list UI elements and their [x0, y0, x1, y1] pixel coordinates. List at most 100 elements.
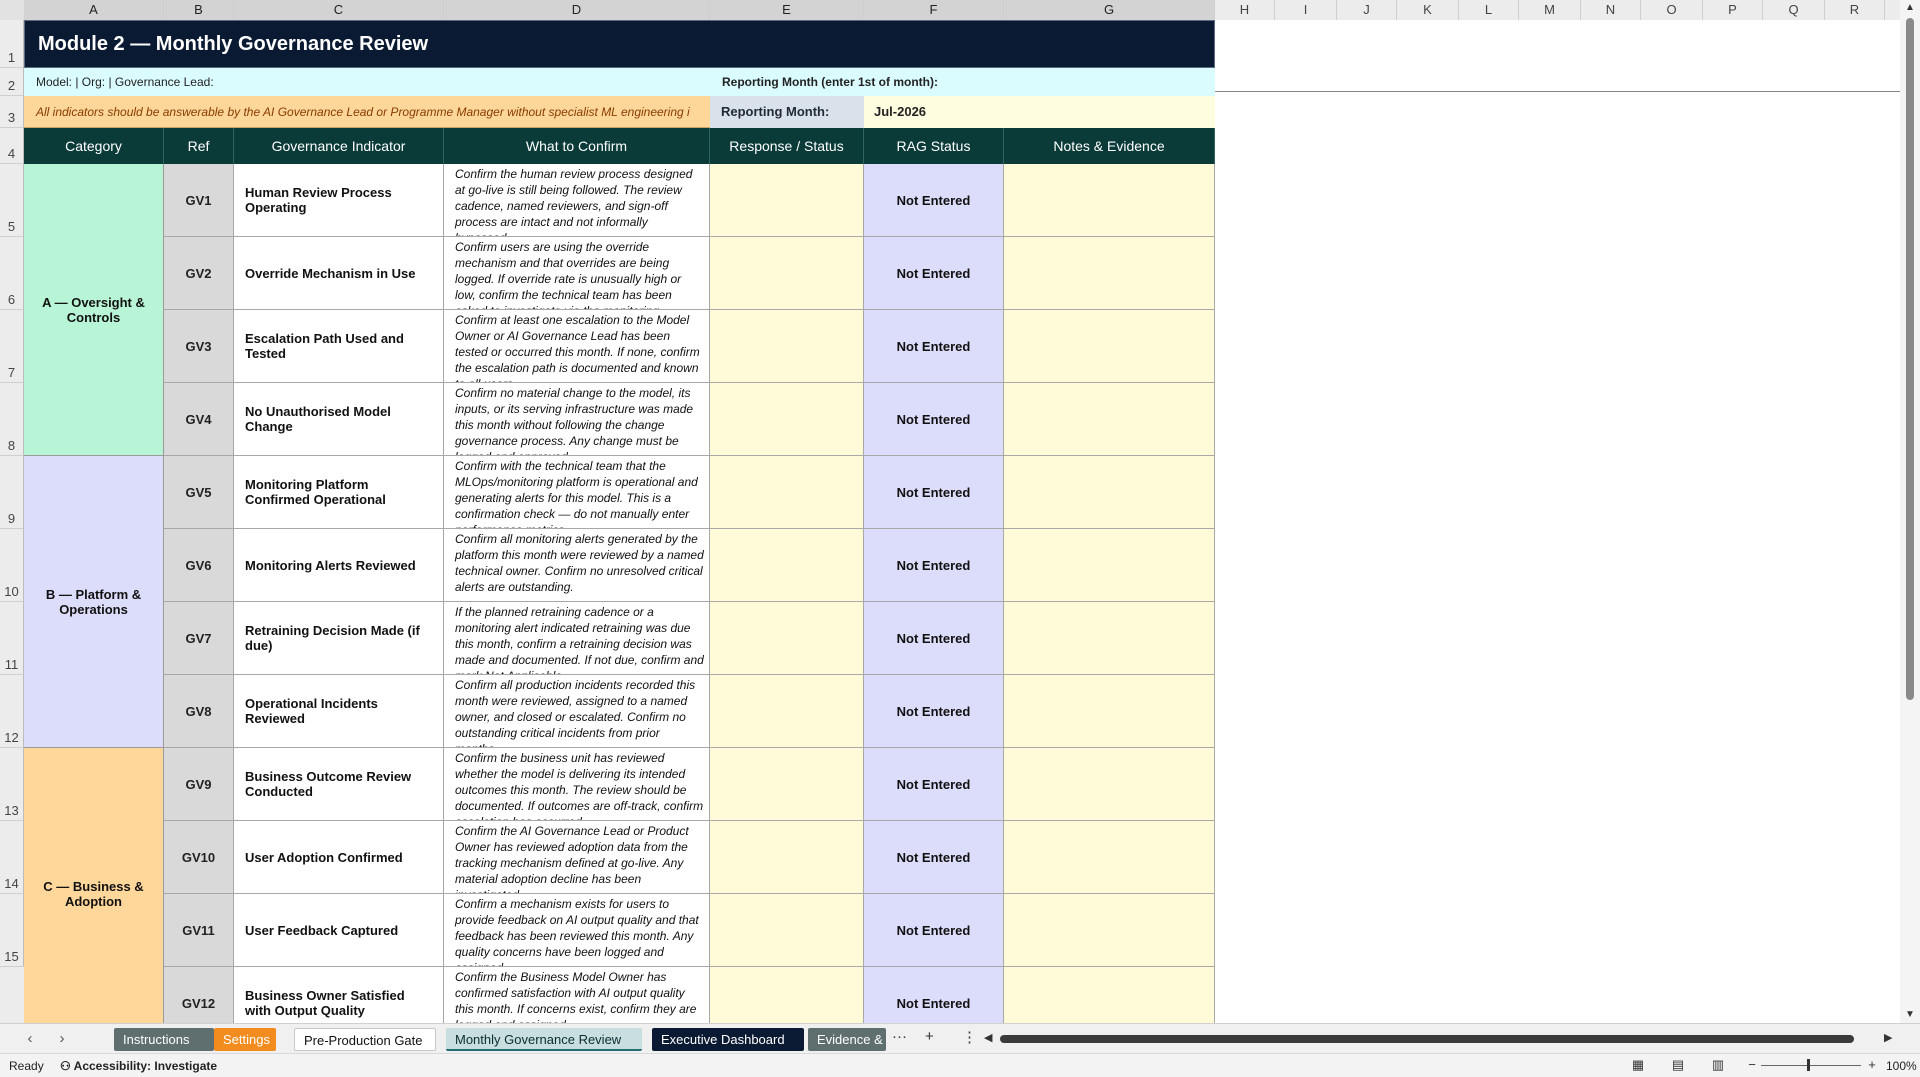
response-input-cell[interactable]	[710, 383, 864, 456]
row-header-6[interactable]: 6	[0, 237, 24, 310]
column-header-g[interactable]: G	[1004, 0, 1215, 20]
column-header-a[interactable]: A	[24, 0, 164, 20]
response-input-cell[interactable]	[710, 821, 864, 894]
header-what-to-confirm[interactable]: What to Confirm	[444, 128, 710, 164]
ref-cell[interactable]: GV11	[164, 894, 234, 967]
confirm-cell[interactable]: Confirm users are using the override mec…	[444, 237, 710, 310]
notes-input-cell[interactable]	[1004, 164, 1215, 237]
scroll-right-icon[interactable]: ▶	[1884, 1031, 1892, 1044]
header-response[interactable]: Response / Status	[710, 128, 864, 164]
ref-cell[interactable]: GV5	[164, 456, 234, 529]
indicator-cell[interactable]: User Feedback Captured	[234, 894, 444, 967]
response-input-cell[interactable]	[710, 310, 864, 383]
confirm-cell[interactable]: Confirm the Business Model Owner has con…	[444, 967, 710, 1023]
column-header-b[interactable]: B	[164, 0, 234, 20]
category-cell[interactable]: C — Business & Adoption	[24, 748, 164, 1023]
confirm-cell[interactable]: Confirm the human review process designe…	[444, 164, 710, 237]
horizontal-scroll-thumb[interactable]	[1000, 1035, 1854, 1043]
response-input-cell[interactable]	[710, 529, 864, 602]
horizontal-scrollbar[interactable]: ◀ ▶	[984, 1032, 1896, 1046]
indicator-cell[interactable]: Human Review Process Operating	[234, 164, 444, 237]
scroll-down-icon[interactable]: ▼	[1905, 1010, 1915, 1020]
info-row[interactable]: Model: | Org: | Governance Lead: Reporti…	[24, 68, 1215, 96]
column-header-r[interactable]: R	[1825, 0, 1885, 20]
zoom-in-icon[interactable]: +	[1862, 1057, 1882, 1073]
row-header-11[interactable]: 11	[0, 602, 24, 675]
guidance-banner[interactable]: All indicators should be answerable by t…	[24, 96, 710, 128]
header-rag[interactable]: RAG Status	[864, 128, 1004, 164]
prev-sheet-icon[interactable]: ‹	[22, 1030, 38, 1047]
select-all-corner[interactable]	[0, 0, 25, 20]
rag-status-cell[interactable]: Not Entered	[864, 675, 1004, 748]
reporting-month-value[interactable]: Jul-2026	[864, 96, 1215, 128]
response-input-cell[interactable]	[710, 748, 864, 821]
column-header-d[interactable]: D	[444, 0, 710, 20]
column-header-q[interactable]: Q	[1763, 0, 1825, 20]
notes-input-cell[interactable]	[1004, 237, 1215, 310]
category-cell[interactable]: A — Oversight & Controls	[24, 164, 164, 456]
ref-cell[interactable]: GV4	[164, 383, 234, 456]
row-header-7[interactable]: 7	[0, 310, 24, 383]
ref-cell[interactable]: GV12	[164, 967, 234, 1023]
column-header-f[interactable]: F	[864, 0, 1004, 20]
rag-status-cell[interactable]: Not Entered	[864, 748, 1004, 821]
response-input-cell[interactable]	[710, 967, 864, 1023]
response-input-cell[interactable]	[710, 164, 864, 237]
column-header-j[interactable]: J	[1337, 0, 1397, 20]
vertical-scroll-thumb[interactable]	[1906, 18, 1914, 700]
row-header-14[interactable]: 14	[0, 821, 24, 894]
indicator-cell[interactable]: Escalation Path Used and Tested	[234, 310, 444, 383]
rag-status-cell[interactable]: Not Entered	[864, 821, 1004, 894]
indicator-cell[interactable]: User Adoption Confirmed	[234, 821, 444, 894]
row-header-10[interactable]: 10	[0, 529, 24, 602]
column-header-n[interactable]: N	[1581, 0, 1641, 20]
ref-cell[interactable]: GV7	[164, 602, 234, 675]
notes-input-cell[interactable]	[1004, 748, 1215, 821]
row-header-15[interactable]: 15	[0, 894, 24, 967]
indicator-cell[interactable]: Retraining Decision Made (if due)	[234, 602, 444, 675]
rag-status-cell[interactable]: Not Entered	[864, 456, 1004, 529]
response-input-cell[interactable]	[710, 602, 864, 675]
rag-status-cell[interactable]: Not Entered	[864, 237, 1004, 310]
row-header-9[interactable]: 9	[0, 456, 24, 529]
row-header-12[interactable]: 12	[0, 675, 24, 748]
indicator-cell[interactable]: Operational Incidents Reviewed	[234, 675, 444, 748]
ref-cell[interactable]: GV8	[164, 675, 234, 748]
confirm-cell[interactable]: If the planned retraining cadence or a m…	[444, 602, 710, 675]
row-header-1[interactable]: 1	[0, 20, 24, 68]
row-header-2[interactable]: 2	[0, 68, 24, 96]
column-header-e[interactable]: E	[710, 0, 864, 20]
sheet-menu-icon[interactable]: ⋮	[962, 1028, 977, 1046]
confirm-cell[interactable]: Confirm at least one escalation to the M…	[444, 310, 710, 383]
scroll-up-icon[interactable]: ▲	[1905, 3, 1915, 13]
column-header-p[interactable]: P	[1703, 0, 1763, 20]
indicator-cell[interactable]: Override Mechanism in Use	[234, 237, 444, 310]
confirm-cell[interactable]: Confirm a mechanism exists for users to …	[444, 894, 710, 967]
notes-input-cell[interactable]	[1004, 967, 1215, 1023]
indicator-cell[interactable]: Business Owner Satisfied with Output Qua…	[234, 967, 444, 1023]
indicator-cell[interactable]: Business Outcome Review Conducted	[234, 748, 444, 821]
zoom-slider-track[interactable]	[1761, 1065, 1861, 1066]
row-header-3[interactable]: 3	[0, 96, 24, 128]
notes-input-cell[interactable]	[1004, 821, 1215, 894]
notes-input-cell[interactable]	[1004, 529, 1215, 602]
column-header-o[interactable]: O	[1641, 0, 1703, 20]
header-ref[interactable]: Ref	[164, 128, 234, 164]
more-sheets-icon[interactable]: ···	[892, 1028, 907, 1045]
column-header-i[interactable]: I	[1275, 0, 1337, 20]
ref-cell[interactable]: GV2	[164, 237, 234, 310]
add-sheet-icon[interactable]: +	[925, 1028, 934, 1045]
response-input-cell[interactable]	[710, 675, 864, 748]
response-input-cell[interactable]	[710, 894, 864, 967]
notes-input-cell[interactable]	[1004, 675, 1215, 748]
rag-status-cell[interactable]: Not Entered	[864, 383, 1004, 456]
header-indicator[interactable]: Governance Indicator	[234, 128, 444, 164]
column-header-m[interactable]: M	[1519, 0, 1581, 20]
confirm-cell[interactable]: Confirm with the technical team that the…	[444, 456, 710, 529]
notes-input-cell[interactable]	[1004, 894, 1215, 967]
rag-status-cell[interactable]: Not Entered	[864, 967, 1004, 1023]
confirm-cell[interactable]: Confirm the AI Governance Lead or Produc…	[444, 821, 710, 894]
ref-cell[interactable]: GV6	[164, 529, 234, 602]
column-header-k[interactable]: K	[1397, 0, 1459, 20]
sheet-tab-instructions[interactable]: Instructions	[114, 1028, 214, 1051]
